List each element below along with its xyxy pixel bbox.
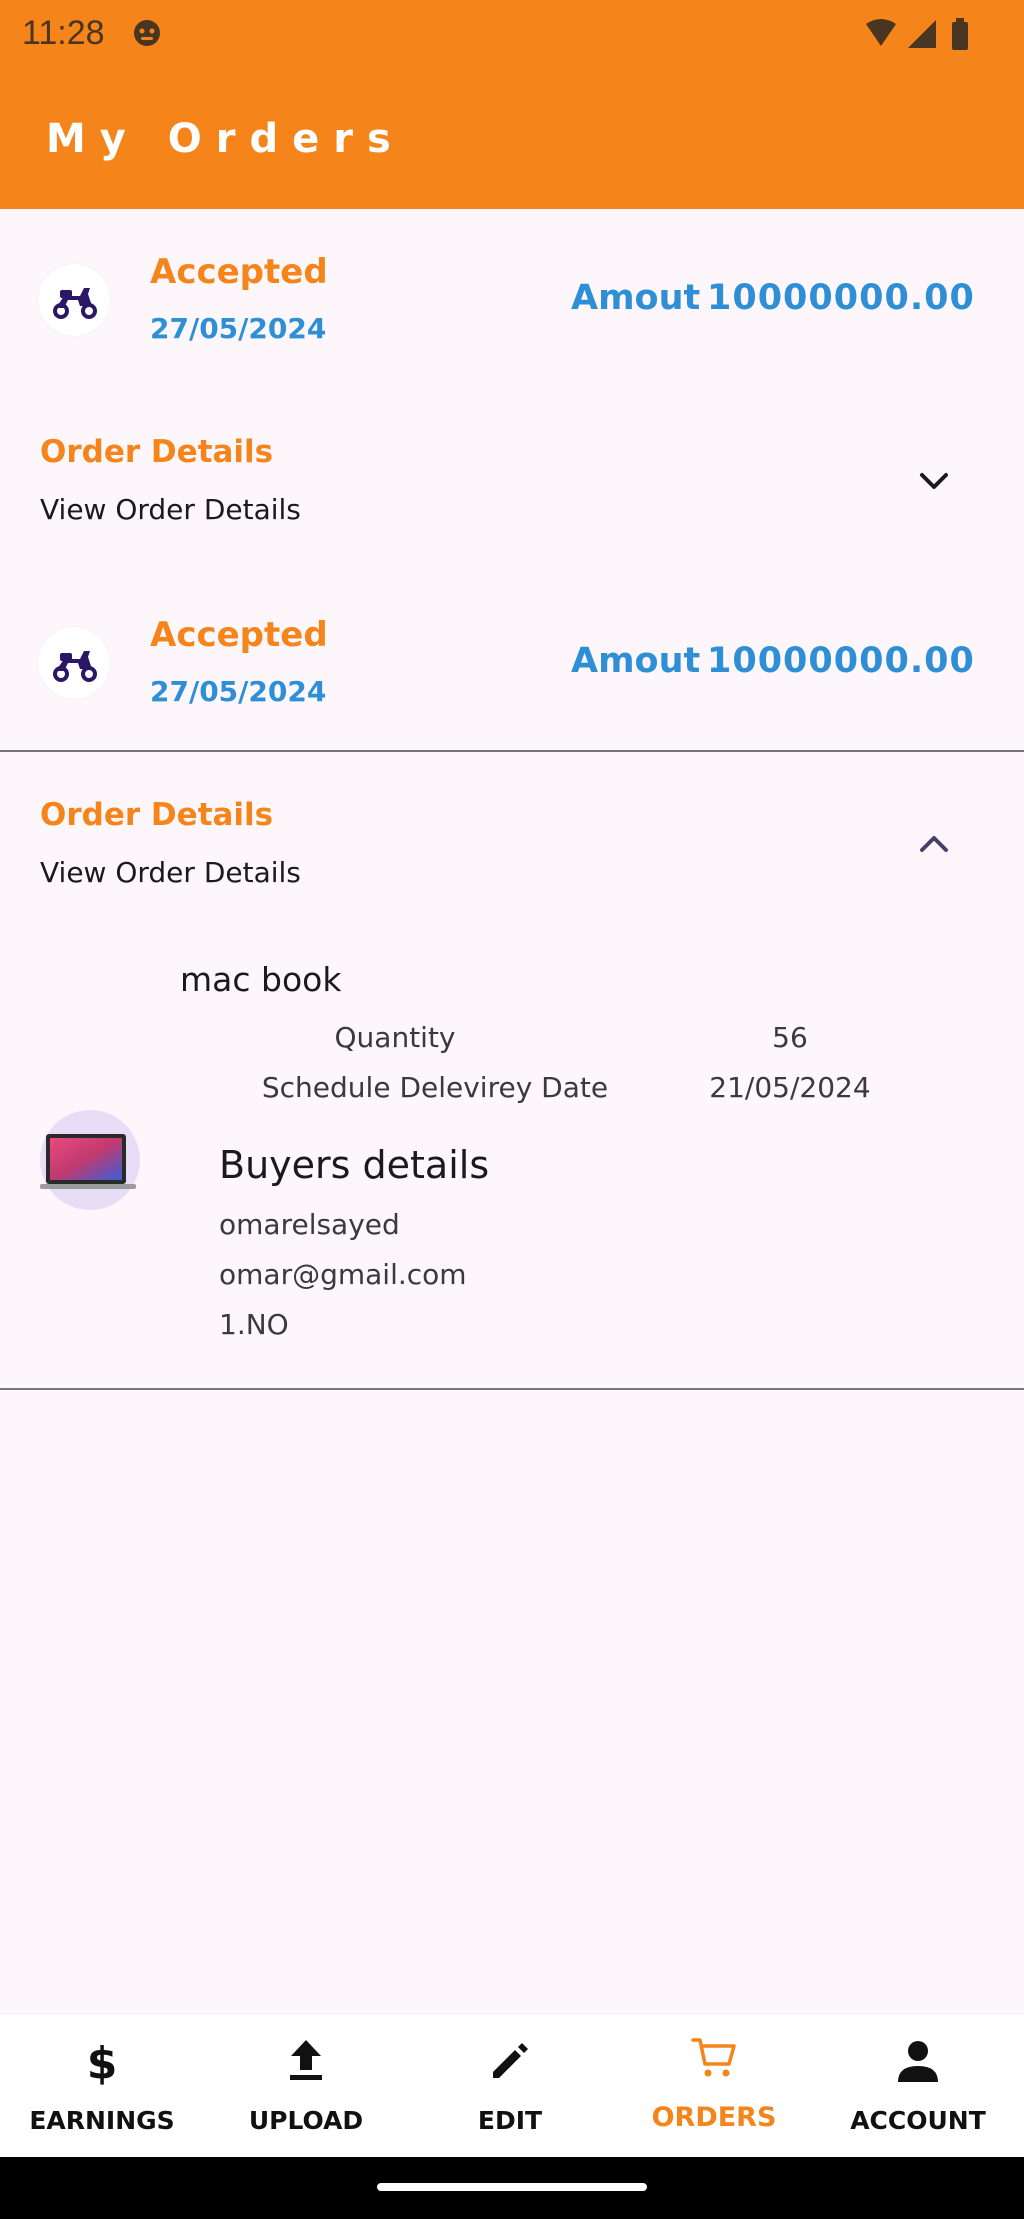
amount-label: Amout (571, 641, 701, 681)
nav-upload[interactable]: UPLOAD (204, 2014, 408, 2158)
quantity-value: 56 (772, 1021, 808, 1054)
buyer-phone: 1.NO (219, 1308, 289, 1341)
buyer-email: omar@gmail.com (219, 1258, 467, 1291)
upload-icon (290, 2040, 322, 2080)
order-date: 27/05/2024 (150, 312, 327, 345)
quantity-label: Quantity (334, 1021, 456, 1054)
divider (0, 750, 1024, 752)
person-icon (898, 2041, 938, 2082)
nav-label: ORDERS (651, 2102, 777, 2133)
buyer-name: omarelsayed (219, 1208, 400, 1241)
delivery-date-value: 21/05/2024 (709, 1071, 871, 1104)
nav-earnings[interactable]: $ EARNINGS (0, 2014, 204, 2158)
order-status: Accepted (150, 252, 328, 292)
delivery-date-label: Schedule Delevirey Date (261, 1071, 609, 1104)
nav-label: EDIT (477, 2106, 543, 2135)
amount-label: Amout (571, 278, 701, 318)
svg-text:$: $ (87, 2038, 118, 2086)
product-image (40, 1110, 140, 1210)
scooter-icon (53, 651, 97, 682)
order-details-title: Order Details (40, 434, 274, 470)
status-bar: 11:28 (0, 0, 1024, 72)
gesture-handle[interactable] (377, 2183, 647, 2191)
nav-label: UPLOAD (248, 2106, 364, 2135)
app-notification-icon (134, 20, 160, 46)
order-date: 27/05/2024 (150, 675, 327, 708)
order-details-title: Order Details (40, 797, 274, 833)
cart-icon (691, 2038, 736, 2077)
product-name: mac book (180, 960, 342, 999)
divider (0, 1388, 1024, 1390)
order-details-subtitle: View Order Details (40, 493, 301, 526)
amount-value: 10000000.00 (707, 641, 975, 681)
order-card-header[interactable]: Accepted 27/05/2024 Amout 10000000.00 (0, 593, 1024, 733)
chevron-up-icon[interactable] (912, 822, 956, 866)
nav-account[interactable]: ACCOUNT (816, 2014, 1020, 2158)
nav-orders[interactable]: ORDERS (612, 2014, 816, 2158)
order-status: Accepted (150, 615, 328, 655)
nav-label: EARNINGS (29, 2106, 175, 2135)
scooter-icon (53, 288, 97, 319)
scooter-avatar (38, 627, 110, 699)
wifi-icon (866, 19, 896, 46)
buyers-details-title: Buyers details (219, 1143, 490, 1187)
chevron-down-icon[interactable] (912, 459, 956, 503)
app-bar: My Orders (0, 72, 1024, 209)
order-details-subtitle: View Order Details (40, 856, 301, 889)
amount-value: 10000000.00 (707, 278, 975, 318)
status-indicators (866, 18, 968, 50)
page-title: My Orders (46, 116, 405, 162)
dollar-icon: $ (87, 2038, 118, 2086)
laptop-icon (40, 1134, 136, 1189)
bottom-navigation: $ EARNINGS UPLOAD EDIT ORDERS ACCOUNT (0, 2013, 1024, 2158)
scooter-avatar (38, 264, 110, 336)
battery-icon (952, 22, 968, 50)
nav-label: ACCOUNT (850, 2106, 986, 2135)
order-card-header[interactable]: Accepted 27/05/2024 Amout 10000000.00 (0, 230, 1024, 370)
nav-edit[interactable]: EDIT (408, 2014, 612, 2158)
pencil-icon (493, 2043, 528, 2078)
signal-icon (908, 20, 936, 48)
status-time: 11:28 (22, 14, 105, 52)
